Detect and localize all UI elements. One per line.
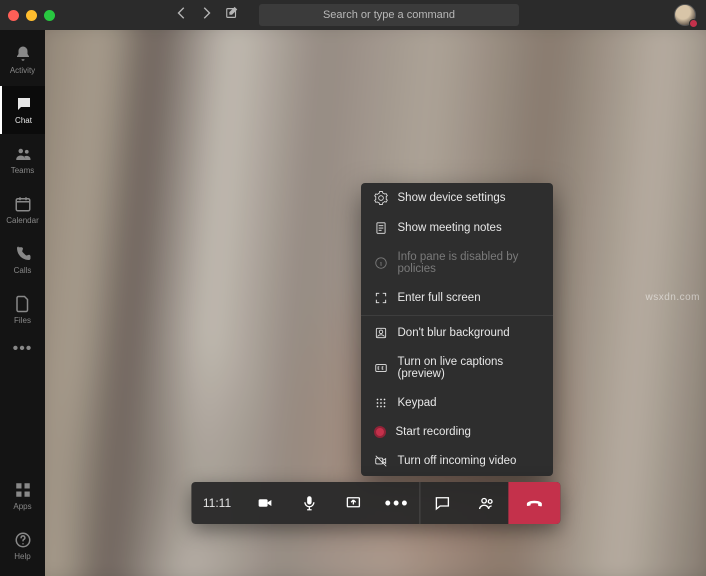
fullscreen-icon (374, 291, 388, 305)
calendar-icon (14, 195, 32, 213)
rail-item-apps[interactable]: Apps (0, 472, 45, 520)
rail-label: Apps (13, 502, 31, 511)
share-screen-button[interactable] (331, 482, 375, 524)
menu-label: Show meeting notes (398, 222, 502, 234)
ellipsis-icon: ••• (385, 494, 410, 512)
cc-icon (374, 361, 388, 375)
close-window-button[interactable] (8, 10, 19, 21)
record-icon (374, 426, 386, 438)
rail-label: Teams (11, 166, 35, 175)
menu-item-start-recording[interactable]: Start recording (361, 418, 553, 446)
menu-item-turn-off-incoming-video[interactable]: Turn off incoming video (361, 446, 553, 476)
info-icon (374, 256, 388, 270)
watermark: wsxdn.com (645, 292, 700, 303)
compose-button[interactable] (225, 6, 239, 25)
rail-label: Files (14, 316, 31, 325)
people-icon (477, 494, 495, 512)
keypad-icon (374, 396, 388, 410)
rail-label: Chat (15, 116, 32, 125)
presence-badge (689, 19, 698, 28)
rail-label: Calendar (6, 216, 38, 225)
video-stage: wsxdn.com Show device settings Show meet… (45, 30, 706, 576)
minimize-window-button[interactable] (26, 10, 37, 21)
chat-toggle-button[interactable] (420, 482, 464, 524)
rail-item-calls[interactable]: Calls (0, 236, 45, 284)
menu-label: Show device settings (398, 192, 506, 204)
camera-toggle-button[interactable] (243, 482, 287, 524)
teams-icon (14, 145, 32, 163)
nav-forward-button[interactable] (199, 6, 213, 25)
apps-icon (14, 481, 32, 499)
blur-icon (374, 326, 388, 340)
menu-label: Turn on live captions (preview) (398, 356, 540, 380)
call-duration: 11:11 (191, 482, 243, 524)
participants-button[interactable] (464, 482, 508, 524)
more-actions-menu: Show device settings Show meeting notes … (361, 183, 553, 476)
phone-icon (14, 245, 32, 263)
rail-item-calendar[interactable]: Calendar (0, 186, 45, 234)
search-input[interactable]: Search or type a command (259, 4, 519, 26)
titlebar: Search or type a command (0, 0, 706, 30)
camera-icon (256, 494, 274, 512)
menu-item-live-captions[interactable]: Turn on live captions (preview) (361, 348, 553, 388)
chat-icon (433, 494, 451, 512)
menu-item-info-disabled: Info pane is disabled by policies (361, 243, 553, 283)
rail-item-activity[interactable]: Activity (0, 36, 45, 84)
rail-label: Activity (10, 66, 35, 75)
menu-label: Keypad (398, 397, 437, 409)
notes-icon (374, 221, 388, 235)
search-placeholder: Search or type a command (323, 9, 455, 21)
chat-icon (15, 95, 33, 113)
gear-icon (374, 191, 388, 205)
rail-item-chat[interactable]: Chat (0, 86, 45, 134)
help-icon (14, 531, 32, 549)
mic-icon (300, 494, 318, 512)
app-window: Search or type a command Activity Chat T… (0, 0, 706, 576)
hang-up-button[interactable] (508, 482, 560, 524)
mic-toggle-button[interactable] (287, 482, 331, 524)
share-icon (344, 494, 362, 512)
rail-item-help[interactable]: Help (0, 522, 45, 570)
menu-item-meeting-notes[interactable]: Show meeting notes (361, 213, 553, 243)
menu-label: Info pane is disabled by policies (398, 251, 540, 275)
file-icon (14, 295, 32, 313)
video-off-icon (374, 454, 388, 468)
menu-divider (361, 315, 553, 316)
zoom-window-button[interactable] (44, 10, 55, 21)
rail-label: Help (14, 552, 30, 561)
menu-label: Turn off incoming video (398, 455, 517, 467)
menu-label: Start recording (396, 426, 471, 438)
menu-item-keypad[interactable]: Keypad (361, 388, 553, 418)
menu-item-blur-background[interactable]: Don't blur background (361, 318, 553, 348)
rail-label: Calls (14, 266, 32, 275)
menu-item-device-settings[interactable]: Show device settings (361, 183, 553, 213)
menu-label: Don't blur background (398, 327, 510, 339)
call-control-bar: 11:11 ••• (191, 482, 560, 524)
rail-more-button[interactable]: ••• (13, 340, 33, 358)
mac-traffic-lights (8, 10, 55, 21)
nav-back-button[interactable] (175, 6, 189, 25)
menu-label: Enter full screen (398, 292, 481, 304)
menu-item-fullscreen[interactable]: Enter full screen (361, 283, 553, 313)
bell-icon (14, 45, 32, 63)
rail-item-teams[interactable]: Teams (0, 136, 45, 184)
app-rail: Activity Chat Teams Calendar Calls Files (0, 30, 45, 576)
hangup-icon (525, 494, 543, 512)
more-actions-button[interactable]: ••• (375, 482, 419, 524)
rail-item-files[interactable]: Files (0, 286, 45, 334)
